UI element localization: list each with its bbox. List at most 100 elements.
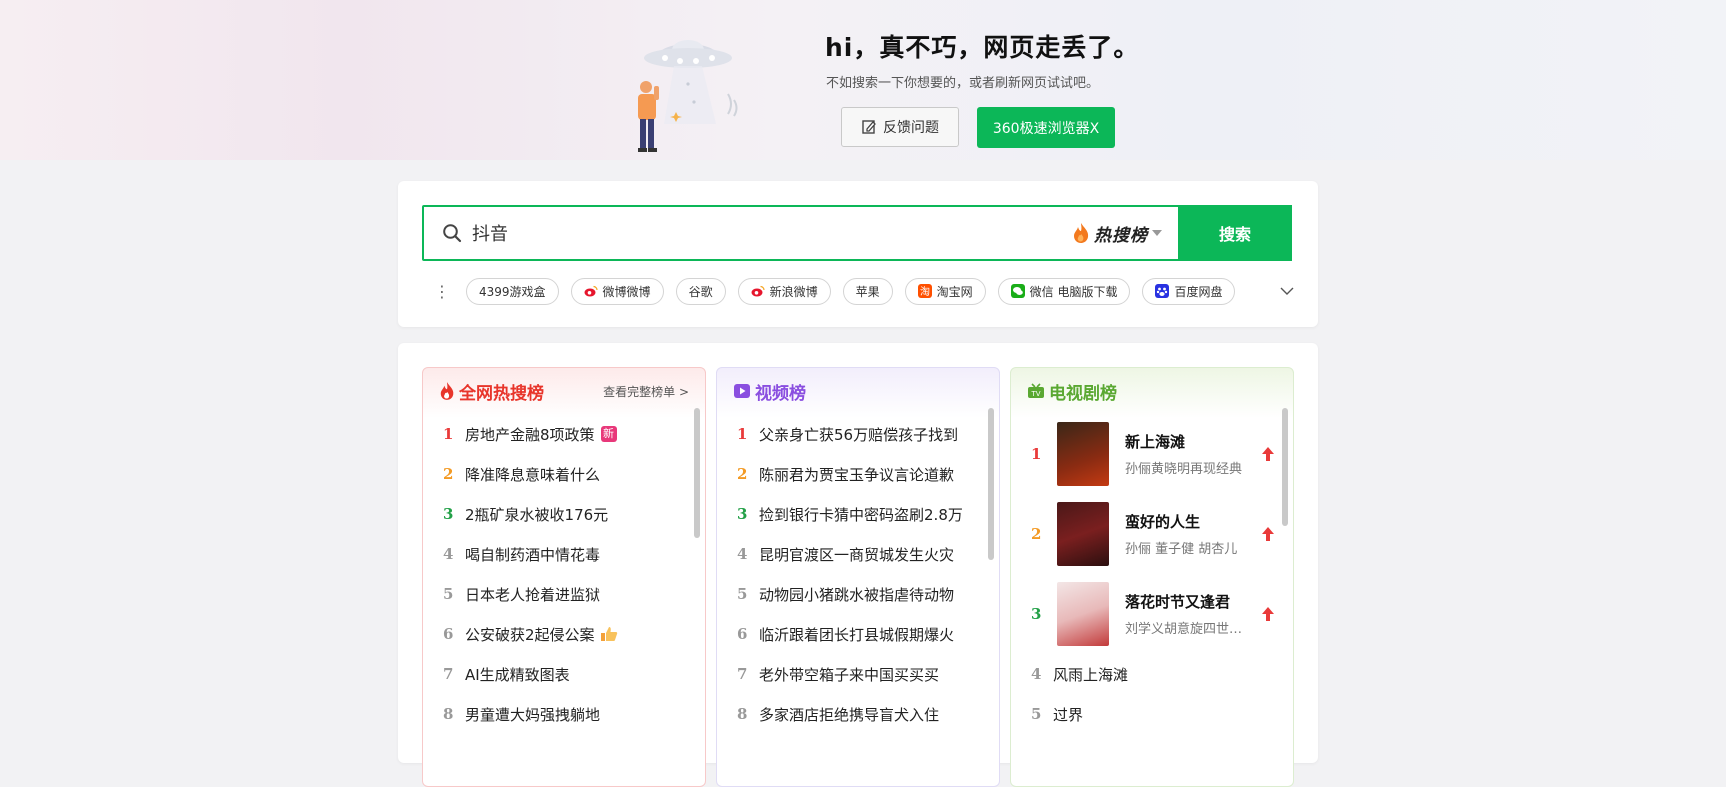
list-item[interactable]: 6 临沂跟着团长打县城假期爆火 — [737, 614, 981, 654]
scrollbar[interactable] — [1282, 408, 1288, 526]
rank-number: 6 — [443, 625, 454, 643]
quick-link-label: 百度网盘 — [1174, 284, 1223, 299]
search-card: 热搜榜 搜索 ⋮ 4399游戏盒 微博微博 谷歌 — [398, 181, 1318, 327]
view-full-list-link[interactable]: 查看完整榜单 > — [603, 383, 689, 400]
rankings-card: 全网热搜榜 查看完整榜单 > 1 房地产金融8项政策新 2 降准降息意味着什么 32… — [398, 343, 1318, 787]
item-text: 房地产金融8项政策 — [465, 425, 595, 444]
quick-link-label: 微信 电脑版下载 — [1029, 284, 1118, 299]
quick-link-google[interactable]: 谷歌 — [675, 277, 726, 305]
rising-arrow-icon — [1262, 607, 1274, 621]
quick-links: 4399游戏盒 微博微博 谷歌 新浪微博 苹果 淘 淘宝网 微信 电脑版下载 百… — [466, 277, 1272, 305]
rank-number: 4 — [737, 545, 748, 563]
hot-search-header: 全网热搜榜 查看完整榜单 > — [423, 368, 705, 414]
quick-link-baidu-pan[interactable]: 百度网盘 — [1142, 277, 1236, 305]
svg-text:TV: TV — [1030, 390, 1040, 398]
rank-number: 2 — [737, 465, 748, 483]
list-item[interactable]: 5 日本老人抢着进监狱 — [443, 574, 687, 614]
item-text: 昆明官渡区一商贸城发生火灾 — [759, 545, 955, 564]
quick-link-wechat[interactable]: 微信 电脑版下载 — [997, 277, 1131, 305]
caret-down-icon — [1152, 230, 1162, 236]
quick-link-label: 新浪微博 — [769, 284, 818, 299]
rank-number: 7 — [737, 665, 748, 683]
list-item[interactable]: 8 男童遭大妈强拽躺地 — [443, 694, 687, 734]
list-item[interactable]: 8 多家酒店拒绝携导盲犬入住 — [737, 694, 981, 734]
quick-link-sina-weibo[interactable]: 新浪微博 — [737, 277, 831, 305]
quick-link-label: 苹果 — [855, 284, 880, 299]
list-item[interactable]: 5 动物园小猪跳水被指虐待动物 — [737, 574, 981, 614]
tv-name: 新上海滩 — [1125, 433, 1186, 451]
error-subtitle: 不如搜索一下你想要的，或者刷新网页试试吧。 — [826, 76, 1100, 91]
search-box: 热搜榜 搜索 — [422, 205, 1292, 261]
list-item[interactable]: 4 喝自制药酒中情花毒 — [443, 534, 687, 574]
scrollbar[interactable] — [988, 408, 994, 560]
edit-icon — [862, 120, 876, 134]
item-text: 风雨上海滩 — [1053, 665, 1129, 684]
video-panel: 视频榜 1 父亲身亡获56万赔偿孩子找到 2 陈丽君为贾宝玉争议言论道歉 3 捡到银行… — [716, 367, 1000, 787]
tv-poster — [1057, 422, 1109, 486]
more-options-icon[interactable]: ⋮ — [434, 282, 450, 301]
expand-chevron-icon[interactable] — [1280, 287, 1294, 295]
rank-number: 7 — [443, 665, 454, 683]
tv-name: 蛮好的人生 — [1125, 513, 1201, 531]
list-item[interactable]: 7 AI生成精致图表 — [443, 654, 687, 694]
quick-link-label: 淘宝网 — [936, 284, 973, 299]
tv-cast: 孙俪 董子健 胡杏儿 — [1125, 542, 1238, 557]
item-text: 多家酒店拒绝携导盲犬入住 — [759, 705, 940, 724]
list-item[interactable]: 3 捡到银行卡猜中密码盗刷2.8万 — [737, 494, 981, 534]
tv-cast: 孙俪黄晓明再现经典 — [1125, 462, 1243, 477]
scrollbar[interactable] — [694, 408, 700, 538]
tv-item[interactable]: 1 新上海滩 孙俪黄晓明再现经典 — [1031, 414, 1275, 494]
tv-item[interactable]: 2 蛮好的人生 孙俪 董子健 胡杏儿 — [1031, 494, 1275, 574]
item-text: 2瓶矿泉水被收176元 — [465, 505, 609, 524]
browser-download-button[interactable]: 360极速浏览器X — [977, 107, 1115, 148]
rank-number: 8 — [737, 705, 748, 723]
flame-icon — [440, 382, 454, 400]
list-item[interactable]: 4 风雨上海滩 — [1031, 654, 1275, 694]
rank-number: 6 — [737, 625, 748, 643]
baidu-icon — [1155, 284, 1170, 298]
rank-number: 2 — [1031, 525, 1042, 543]
quick-link-apple[interactable]: 苹果 — [842, 277, 893, 305]
list-item[interactable]: 2 陈丽君为贾宝玉争议言论道歉 — [737, 454, 981, 494]
rank-number: 1 — [443, 425, 454, 443]
item-text: 公安破获2起侵公案 — [465, 625, 595, 644]
thumbs-up-icon — [600, 627, 617, 641]
weibo-icon — [751, 285, 765, 297]
rank-number: 3 — [1031, 605, 1042, 623]
rank-number: 2 — [443, 465, 454, 483]
tv-item[interactable]: 3 落花时节又逢君 刘学义胡意旋四世… — [1031, 574, 1275, 654]
hot-search-dropdown[interactable]: 热搜榜 — [1072, 221, 1162, 246]
video-header: 视频榜 — [717, 368, 999, 414]
item-text: 日本老人抢着进监狱 — [465, 585, 601, 604]
search-input[interactable] — [470, 212, 1072, 254]
rank-number: 3 — [737, 505, 748, 523]
quick-links-row: ⋮ 4399游戏盒 微博微博 谷歌 新浪微博 苹果 淘 淘宝网 微信 电脑版下载… — [434, 275, 1294, 307]
feedback-label: 反馈问题 — [883, 120, 939, 136]
tv-poster — [1057, 582, 1109, 646]
quick-link-taobao[interactable]: 淘 淘宝网 — [904, 277, 986, 305]
item-text: 父亲身亡获56万赔偿孩子找到 — [759, 425, 959, 444]
search-button[interactable]: 搜索 — [1178, 205, 1292, 261]
quick-link-weibo[interactable]: 微博微博 — [570, 277, 664, 305]
list-item[interactable]: 4 昆明官渡区一商贸城发生火灾 — [737, 534, 981, 574]
list-item[interactable]: 2 降准降息意味着什么 — [443, 454, 687, 494]
hot-search-title: 全网热搜榜 — [459, 383, 544, 404]
video-title: 视频榜 — [755, 383, 806, 404]
list-item[interactable]: 1 父亲身亡获56万赔偿孩子找到 — [737, 414, 981, 454]
quick-link-4399[interactable]: 4399游戏盒 — [466, 277, 559, 305]
list-item[interactable]: 1 房地产金融8项政策新 — [443, 414, 687, 454]
item-text: 过界 — [1053, 705, 1084, 724]
item-text: 老外带空箱子来中国买买买 — [759, 665, 940, 684]
list-item[interactable]: 5 过界 — [1031, 694, 1275, 734]
list-item[interactable]: 6 公安破获2起侵公案 — [443, 614, 687, 654]
rank-number: 1 — [1031, 445, 1042, 463]
svg-text:淘: 淘 — [920, 285, 930, 298]
list-item[interactable]: 7 老外带空箱子来中国买买买 — [737, 654, 981, 694]
tv-title: 电视剧榜 — [1049, 383, 1117, 404]
list-item[interactable]: 3 2瓶矿泉水被收176元 — [443, 494, 687, 534]
video-list: 1 父亲身亡获56万赔偿孩子找到 2 陈丽君为贾宝玉争议言论道歉 3 捡到银行卡猜中密… — [717, 414, 999, 734]
feedback-button[interactable]: 反馈问题 — [841, 107, 959, 147]
rank-number: 4 — [1031, 665, 1042, 683]
flame-icon — [1074, 223, 1089, 243]
item-text: AI生成精致图表 — [465, 665, 570, 684]
